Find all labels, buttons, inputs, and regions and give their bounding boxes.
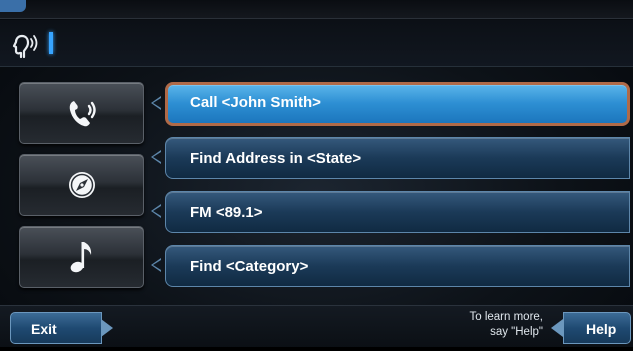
option-call-contact[interactable]: Call <John Smith> xyxy=(165,82,630,126)
exit-button[interactable]: Exit xyxy=(10,312,102,344)
help-hint: To learn more, say "Help" xyxy=(469,310,543,340)
exit-button-tip xyxy=(101,319,113,337)
help-button[interactable]: Help xyxy=(563,312,631,344)
option-pointer-arrow xyxy=(151,258,161,272)
option-fm-station[interactable]: FM <89.1> xyxy=(165,191,630,233)
help-button-tip xyxy=(551,319,563,337)
option-find-address[interactable]: Find Address in <State> xyxy=(165,137,630,179)
option-pointer-arrow xyxy=(151,96,161,110)
top-tab-indicator xyxy=(0,0,26,12)
voice-text-cursor xyxy=(49,32,53,54)
phone-icon xyxy=(62,93,102,133)
help-hint-line2: say "Help" xyxy=(490,326,543,338)
music-note-icon xyxy=(62,237,102,277)
audio-category-button[interactable] xyxy=(19,226,144,288)
screen-bezel xyxy=(0,347,633,351)
voice-input-field[interactable] xyxy=(56,30,620,58)
compass-icon xyxy=(62,165,102,205)
voice-command-screen: Call <John Smith> Find Address in <State… xyxy=(0,0,633,351)
top-status-strip xyxy=(0,0,633,19)
phone-category-button[interactable] xyxy=(19,82,144,144)
option-find-category[interactable]: Find <Category> xyxy=(165,245,630,287)
help-hint-line1: To learn more, xyxy=(469,311,543,323)
voice-command-icon xyxy=(8,30,44,60)
option-pointer-arrow xyxy=(151,150,161,164)
navigation-category-button[interactable] xyxy=(19,154,144,216)
option-pointer-arrow xyxy=(151,204,161,218)
